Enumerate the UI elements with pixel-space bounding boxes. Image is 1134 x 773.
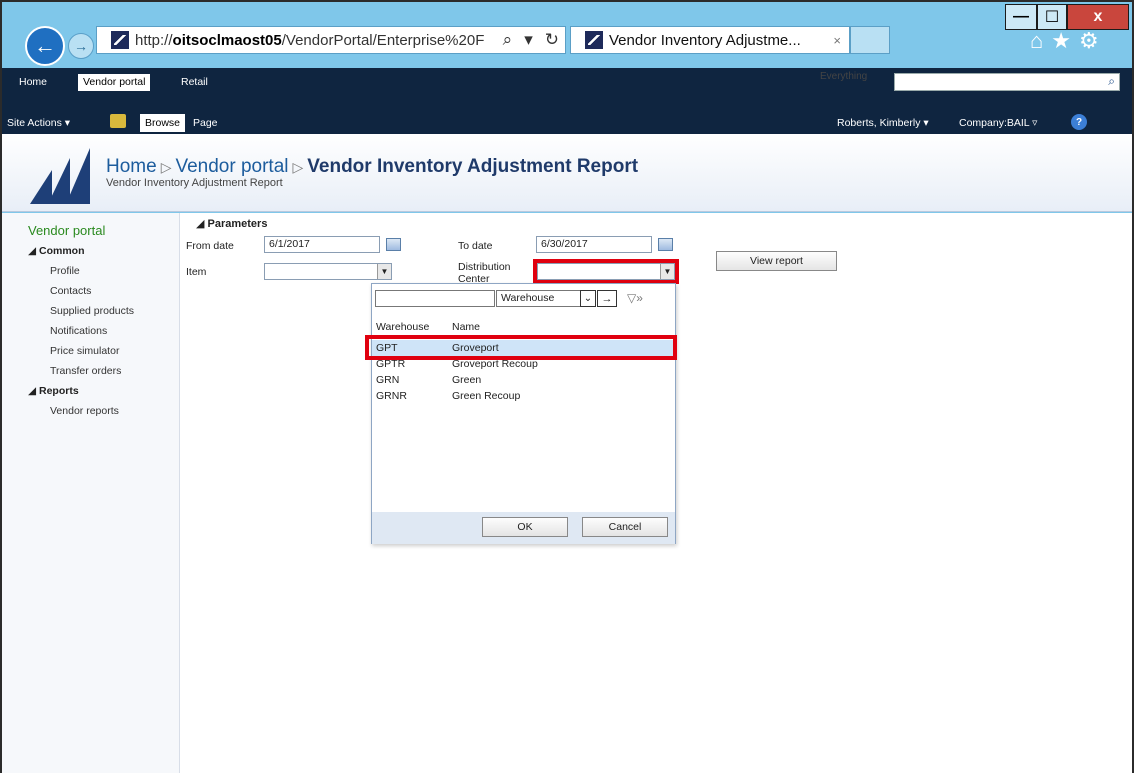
nav-group-common[interactable]: ◢ Common [28, 245, 85, 257]
breadcrumb: Home ▷ Vendor portal ▷ Vendor Inventory Adju… [106, 156, 638, 178]
to-date-input[interactable]: 6/30/2017 [536, 236, 652, 253]
breadcrumb-vendor-portal[interactable]: Vendor portal [175, 156, 288, 177]
browser-tab[interactable]: Vendor Inventory Adjustme... × [570, 26, 850, 54]
distribution-center-label-line2: Center [458, 273, 490, 283]
lookup-row[interactable]: GRN Green [372, 372, 675, 388]
dynamics-logo-icon [30, 148, 90, 204]
search-icon[interactable]: ⌕ [503, 30, 513, 50]
nav-item-transfer-orders[interactable]: Transfer orders [50, 365, 121, 377]
top-link-home[interactable]: Home [14, 74, 52, 91]
lookup-footer: OK Cancel [372, 512, 675, 544]
url-path: /VendorPortal/Enterprise%20F [281, 31, 485, 49]
lookup-search-input[interactable] [375, 290, 495, 307]
minimize-button[interactable]: — [1005, 4, 1037, 30]
parameters-heading[interactable]: ◢ Parameters [196, 217, 267, 230]
page-subtitle: Vendor Inventory Adjustment Report [106, 177, 283, 189]
from-date-label: From date [186, 240, 234, 252]
top-link-retail[interactable]: Retail [176, 74, 213, 91]
item-select[interactable]: ▼ [264, 263, 392, 280]
browser-window: — ☐ x ← → http://oitsoclmaost05/VendorPo… [0, 0, 1134, 773]
nav-item-contacts[interactable]: Contacts [50, 285, 91, 297]
column-header-warehouse[interactable]: Warehouse [376, 321, 429, 333]
ribbon-tab-browse[interactable]: Browse [140, 114, 186, 132]
address-url[interactable]: http://oitsoclmaost05/VendorPortal/Enter… [135, 32, 497, 49]
to-date-calendar-icon[interactable] [658, 238, 673, 251]
url-host: oitsoclmaost05 [172, 31, 282, 49]
nav-item-price-simulator[interactable]: Price simulator [50, 345, 119, 357]
page-title: Vendor Inventory Adjustment Report [307, 156, 639, 177]
left-navigation: Vendor portal ◢ Common Profile Contacts … [2, 213, 180, 773]
ribbon-bar: Site Actions ▾ Browse Page Roberts, Kimb… [2, 96, 1132, 134]
tab-favicon-icon [585, 31, 603, 49]
sharepoint-top-bar: Home Vendor portal Retail Everything ⌕ [2, 68, 1132, 96]
breadcrumb-separator-icon: ▷ [292, 159, 304, 175]
breadcrumb-home[interactable]: Home [106, 156, 157, 177]
settings-gear-icon[interactable]: ⚙ [1079, 28, 1107, 53]
search-icon[interactable]: ⌕ [1108, 74, 1115, 89]
close-button[interactable]: x [1067, 4, 1129, 30]
site-search-input[interactable]: ⌕ [894, 73, 1120, 91]
warehouse-code: GRNR [376, 390, 407, 402]
page-title-area: Home ▷ Vendor portal ▷ Vendor Inventory Adju… [2, 134, 1132, 212]
tab-close-icon[interactable]: × [833, 33, 841, 48]
url-prefix: http:// [135, 31, 173, 49]
lookup-row[interactable]: GRNR Green Recoup [372, 388, 675, 404]
warehouse-code: GRN [376, 374, 400, 386]
column-header-name[interactable]: Name [452, 321, 480, 333]
dropdown-chevron-icon[interactable]: ▾ [524, 30, 533, 50]
to-date-label: To date [458, 240, 493, 252]
warehouse-lookup-popup: Warehouse ⌄ → ▽» Warehouse Name GPT Grov… [365, 283, 677, 544]
nav-item-profile[interactable]: Profile [50, 265, 80, 277]
nav-group-reports[interactable]: ◢ Reports [28, 385, 79, 397]
go-arrow-icon[interactable]: → [597, 290, 617, 307]
company-selector[interactable]: Company:BAIL ▿ [954, 114, 1042, 132]
user-menu[interactable]: Roberts, Kimberly ▾ [832, 114, 934, 132]
tab-title: Vendor Inventory Adjustme... [609, 31, 801, 49]
nav-item-notifications[interactable]: Notifications [50, 325, 107, 337]
chevron-down-icon[interactable]: ⌄ [580, 290, 596, 307]
home-icon[interactable]: ⌂ [1030, 28, 1051, 53]
favorites-star-icon[interactable]: ★ [1051, 28, 1079, 53]
item-label: Item [186, 266, 207, 278]
from-date-input[interactable]: 6/1/2017 [264, 236, 380, 253]
address-bar[interactable]: http://oitsoclmaost05/VendorPortal/Enter… [96, 26, 566, 54]
site-favicon-icon [111, 31, 129, 49]
site-actions-menu[interactable]: Site Actions ▾ [2, 114, 75, 132]
main-content: ◢ Parameters From date 6/1/2017 To date … [180, 213, 1132, 773]
search-scope-label[interactable]: Everything [820, 71, 867, 82]
browser-toolbar-icons: ⌂★⚙ [1030, 28, 1107, 54]
from-date-calendar-icon[interactable] [386, 238, 401, 251]
refresh-icon[interactable]: ↻ [545, 30, 559, 50]
warehouse-name: Green Recoup [452, 390, 521, 402]
nav-item-vendor-reports[interactable]: Vendor reports [50, 405, 119, 417]
cancel-button[interactable]: Cancel [582, 517, 668, 537]
distribution-center-label: Distribution [458, 261, 511, 273]
new-tab-button[interactable] [850, 26, 890, 54]
help-icon[interactable]: ? [1071, 114, 1087, 130]
warehouse-name: Green [452, 374, 482, 386]
nav-item-supplied-products[interactable]: Supplied products [50, 305, 134, 317]
filter-icon[interactable]: ▽» [627, 291, 643, 305]
ribbon-tab-page[interactable]: Page [188, 114, 223, 132]
chevron-down-icon[interactable]: ▼ [377, 264, 391, 279]
view-report-button[interactable]: View report [716, 251, 837, 271]
maximize-button[interactable]: ☐ [1037, 4, 1067, 30]
nav-vendor-portal[interactable]: Vendor portal [28, 223, 105, 238]
ok-button[interactable]: OK [482, 517, 568, 537]
navigate-up-folder-icon[interactable] [110, 114, 126, 128]
breadcrumb-separator-icon: ▷ [160, 159, 172, 175]
back-arrow-icon[interactable]: ← [25, 26, 65, 66]
highlight-box [365, 335, 677, 360]
top-link-vendor-portal[interactable]: Vendor portal [78, 74, 151, 91]
forward-arrow-icon[interactable]: → [68, 33, 94, 59]
highlight-box [533, 259, 679, 284]
